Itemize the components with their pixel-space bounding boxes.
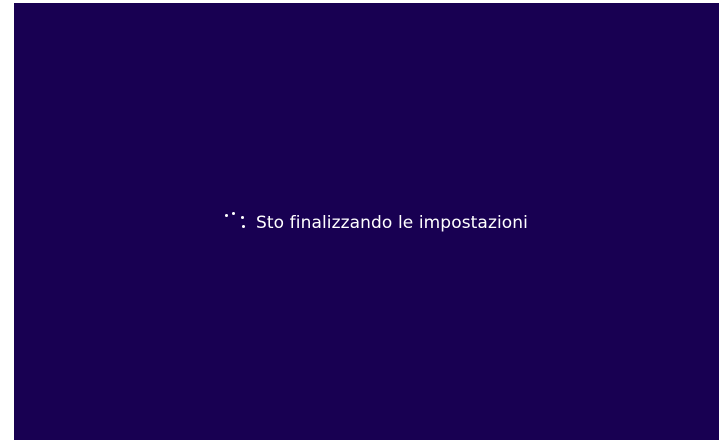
- spinner-dot: [232, 212, 235, 215]
- loading-spinner-icon: [224, 212, 246, 234]
- spinner-dot: [242, 225, 245, 228]
- setup-screen: Sto finalizzando le impostazioni: [14, 3, 719, 440]
- spinner-dot: [225, 214, 228, 217]
- spinner-dot: [241, 216, 244, 219]
- status-message: Sto finalizzando le impostazioni: [256, 213, 528, 233]
- setup-status: Sto finalizzando le impostazioni: [224, 209, 528, 237]
